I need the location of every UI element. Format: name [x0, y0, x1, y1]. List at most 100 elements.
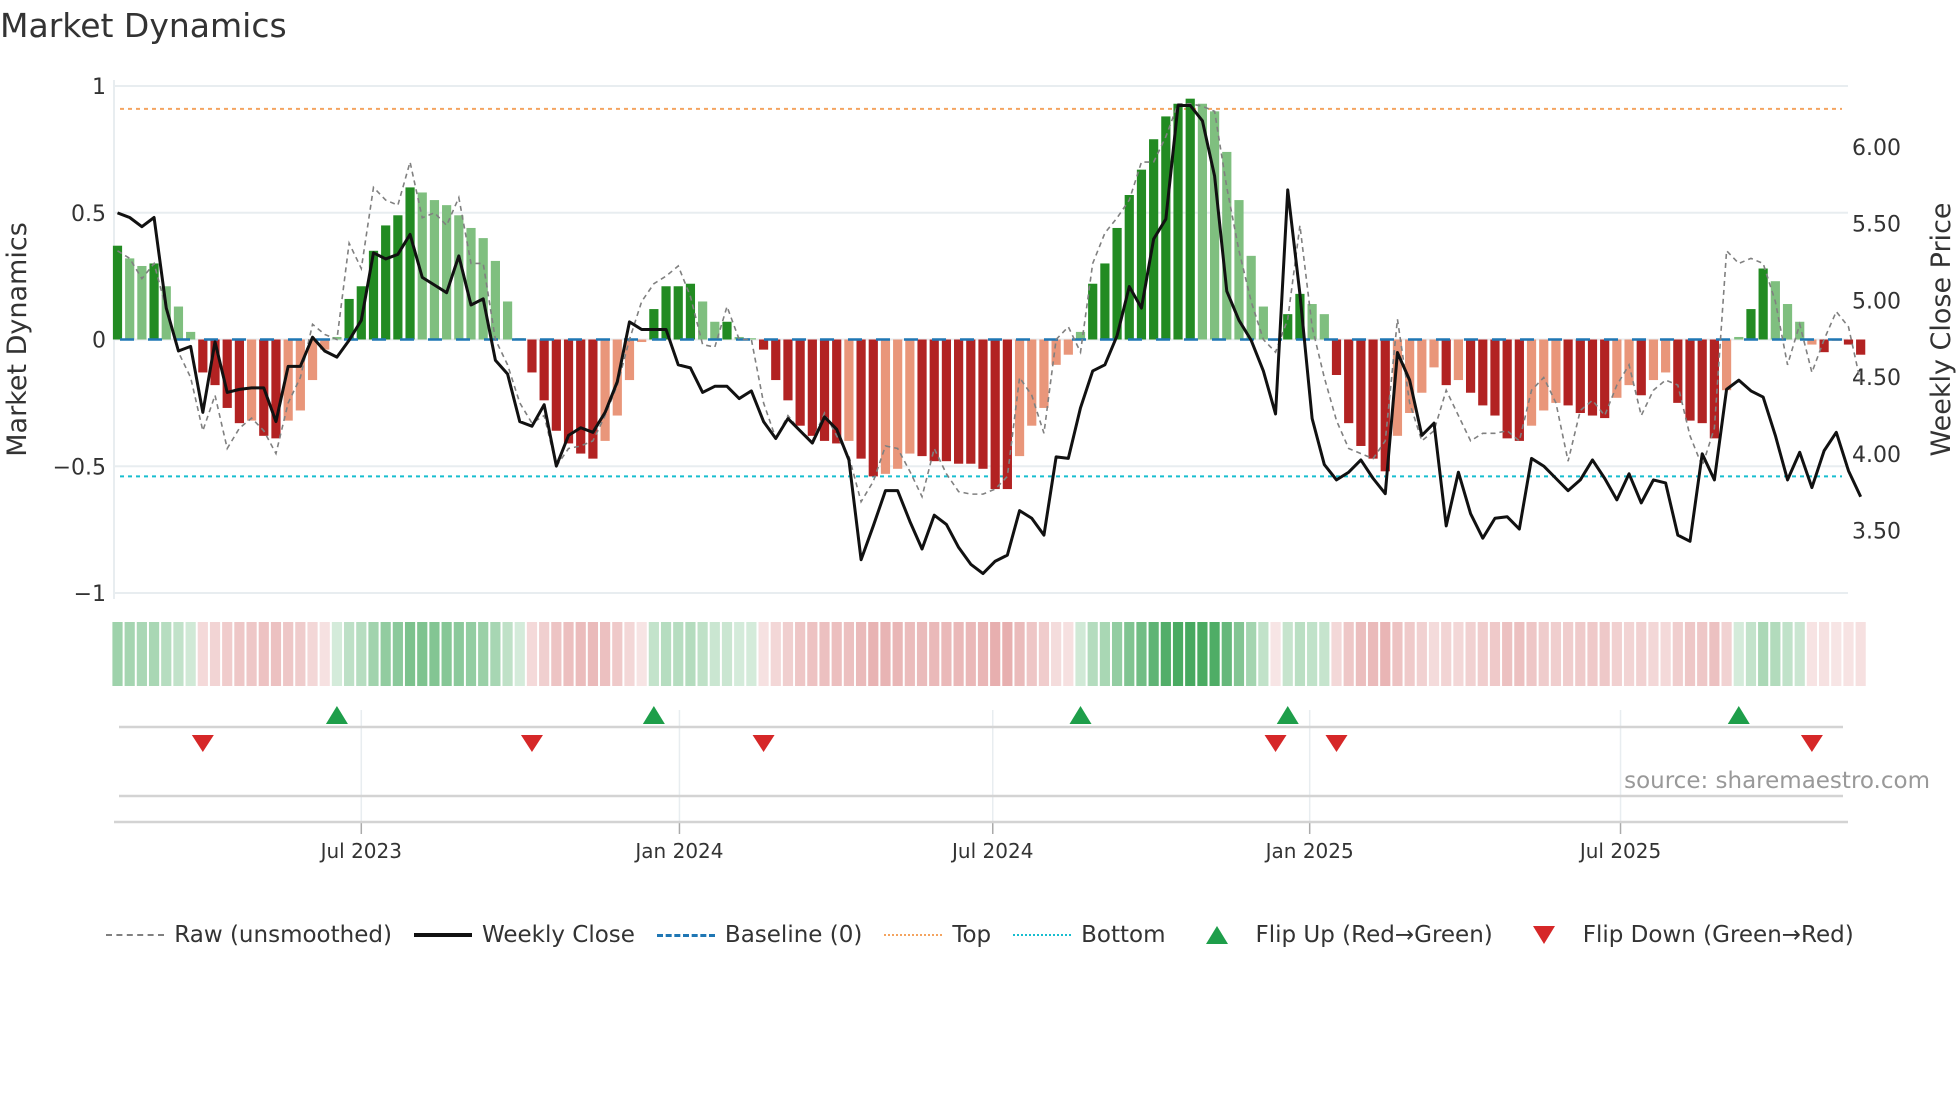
dynamics-bar [1600, 339, 1610, 419]
y2-tick-label: 4.50 [1852, 366, 1901, 391]
heat-strip-cell [1599, 622, 1610, 686]
heat-strip-cell [1331, 622, 1342, 686]
heat-strip-cell [1380, 622, 1391, 686]
source-label: source: sharemaestro.com [1624, 768, 1930, 794]
heat-strip-cell [209, 622, 221, 686]
heat-strip-cell [892, 622, 903, 686]
flip-down-marker [520, 735, 543, 752]
legend-swatch-down [1532, 926, 1555, 944]
heat-strip-cell [624, 622, 635, 686]
dynamics-bar [1856, 339, 1866, 355]
heat-strip-cell [1709, 622, 1720, 686]
heat-strip-cell [1246, 622, 1257, 686]
dynamics-bar [929, 339, 939, 462]
flip-down-marker [1325, 735, 1348, 752]
dynamics-bar [478, 238, 488, 340]
legend-label: Top [952, 922, 992, 948]
heat-strip-cell [795, 622, 806, 686]
heat-strip-cell [1672, 622, 1683, 686]
heat-strip-cell [1575, 622, 1586, 686]
heat-strip-cell [941, 622, 952, 686]
heat-strip-cell [807, 622, 818, 686]
dynamics-bar [1368, 339, 1378, 459]
heat-strip-cell [1550, 622, 1562, 686]
dynamics-bar [246, 339, 257, 421]
heat-strip-cell [1611, 622, 1622, 686]
heat-strip-cell [1160, 622, 1171, 686]
dynamics-bar [502, 301, 513, 340]
dynamics-bar [758, 339, 769, 350]
heat-strip-cell [1063, 622, 1074, 686]
dynamics-bar [125, 258, 135, 340]
heat-strip-cell [124, 622, 135, 686]
heat-strip-cell [904, 622, 915, 686]
heat-strip-cell [246, 622, 257, 686]
heat-strip-cell [295, 622, 306, 686]
heat-strip-cell [1819, 622, 1830, 686]
dynamics-bar [1563, 339, 1573, 406]
heat-strip-cell [709, 622, 720, 686]
heat-strip-cell [1148, 622, 1159, 686]
dynamics-bar [1770, 281, 1780, 340]
heat-strip-cell [1770, 622, 1781, 686]
dynamics-bar [454, 215, 464, 340]
dynamics-bar [1222, 151, 1232, 340]
heat-strip-cell [770, 622, 781, 686]
heat-strip-cell [990, 622, 1001, 686]
heat-strip-cell [490, 622, 501, 686]
heat-strip-cell [429, 622, 440, 686]
y2-tick-label: 4.00 [1852, 443, 1901, 468]
legend-item-top: Top [884, 922, 991, 948]
heat-strip-cell [1623, 622, 1635, 686]
legend: Raw (unsmoothed) Weekly Close Baseline (0)… [0, 922, 1960, 948]
dynamics-bar [1782, 304, 1793, 340]
flip-down-marker [752, 735, 775, 752]
legend-swatch-bottom [1013, 934, 1072, 936]
heat-strip-cell [1099, 622, 1110, 686]
heat-strip-cell [843, 622, 854, 686]
heat-strip-cell [404, 622, 416, 686]
legend-swatch-up [1205, 926, 1228, 944]
heat-strip-cell [1806, 622, 1818, 686]
heat-strip-cell [697, 622, 708, 686]
dynamics-bar [393, 215, 403, 340]
y2-tick-label: 6.00 [1852, 136, 1901, 161]
dynamics-bar [137, 265, 147, 340]
dynamics-bar [1258, 306, 1268, 340]
heat-strip-cell [685, 622, 696, 686]
heat-strip-cell [1282, 622, 1293, 686]
dynamics-bar [1417, 339, 1427, 393]
dynamics-bar [1758, 268, 1768, 340]
dynamics-bar [1734, 336, 1744, 340]
dynamics-bar [1465, 339, 1476, 393]
heat-strip-cell [1233, 622, 1245, 686]
dynamics-bar [1051, 339, 1061, 365]
heat-strip-cell [1355, 622, 1366, 686]
dynamics-bar [990, 339, 1000, 490]
dynamics-bar [844, 339, 854, 441]
heat-strip-cell [819, 622, 830, 686]
legend-label: Flip Up (Red→Green) [1255, 922, 1493, 948]
dynamics-bar [685, 283, 696, 340]
heat-strip-cell [1307, 622, 1318, 686]
dynamics-bar [1551, 339, 1561, 403]
heat-strip-cell [173, 622, 184, 686]
heat-strip-cell [136, 622, 147, 686]
heat-strip-cell [478, 622, 489, 686]
heat-strip-cell [222, 622, 233, 686]
heat-strip-cell [1587, 622, 1598, 686]
dynamics-bar [1002, 339, 1012, 490]
y2-tick-label: 5.00 [1852, 289, 1901, 314]
heat-strip-cell [1002, 622, 1013, 686]
dynamics-bar [1685, 339, 1695, 421]
dynamics-bar [954, 339, 964, 464]
dynamics-bar [673, 286, 683, 340]
heat-strip-cell [1111, 622, 1123, 686]
heat-strip-cell [1294, 622, 1306, 686]
dynamics-bar [1478, 339, 1488, 406]
heat-strip-cell [1526, 622, 1537, 686]
heat-strip-cell [1416, 622, 1427, 686]
heat-strip-cell [1721, 622, 1732, 686]
heat-strip-cell [855, 622, 867, 686]
raw-unsmoothed-line [117, 102, 1862, 504]
